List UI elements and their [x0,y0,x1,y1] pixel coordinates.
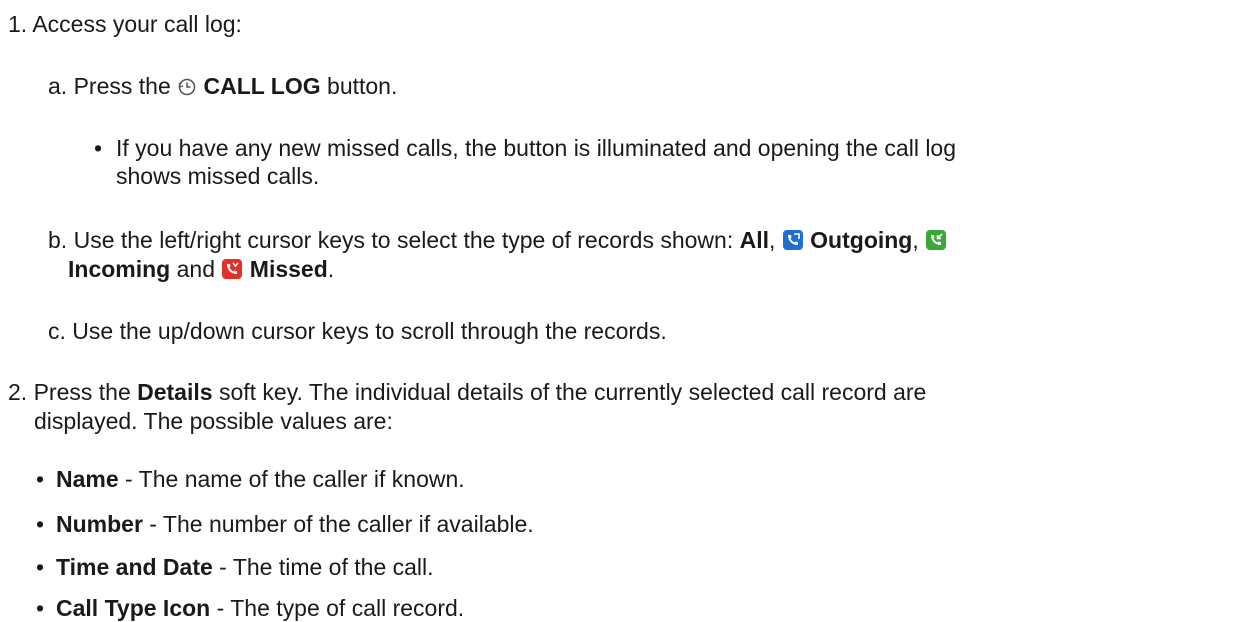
list-item-number: Number - The number of the caller if ava… [56,510,534,538]
details-label: Details [137,379,213,405]
term: Number [56,511,143,537]
bullet-marker: • [94,135,103,161]
bullet-marker: • [36,554,45,580]
step-number: 2. [8,379,28,405]
step-2-pre: Press the [33,379,131,405]
desc: - The type of call record. [210,595,465,621]
clock-icon [177,75,197,103]
outgoing-label: Outgoing [810,227,913,253]
call-log-label: CALL LOG [203,73,321,99]
substep-letter: a. [48,73,68,99]
all-label: All [739,227,769,253]
step-text: Access your call log: [32,11,242,37]
list-item-name: Name - The name of the caller if known. [56,465,465,493]
step-2-line2: displayed. The possible values are: [34,408,393,434]
desc: - The name of the caller if known. [118,466,465,492]
outgoing-call-icon [782,229,804,257]
bullet-marker: • [36,511,45,537]
bullet-marker: • [36,466,45,492]
substep-letter: b. [48,227,68,253]
substep-c: c. Use the up/down cursor keys to scroll… [48,317,667,345]
step-2-post: soft key. The individual details of the … [218,379,927,405]
incoming-call-icon [925,229,947,257]
substep-a-post: button. [327,73,398,99]
substep-letter: c. [48,318,66,344]
and-text: and [176,256,215,282]
substep-b: b. Use the left/right cursor keys to sel… [48,226,947,257]
step-1: 1. Access your call log: [8,10,242,38]
incoming-label: Incoming [68,256,171,282]
list-item-time-date: Time and Date - The time of the call. [56,553,434,581]
term: Name [56,466,119,492]
substep-b-pre: Use the left/right cursor keys to select… [73,227,734,253]
substep-c-text: Use the up/down cursor keys to scroll th… [72,318,667,344]
substep-b-line2: Incoming and Missed. [68,255,334,286]
bullet-marker: • [36,595,45,621]
step-number: 1. [8,11,28,37]
term: Time and Date [56,554,213,580]
list-item-call-type-icon: Call Type Icon - The type of call record… [56,594,464,622]
missed-call-icon [221,258,243,286]
missed-label: Missed [249,256,328,282]
bullet-text-line1: If you have any new missed calls, the bu… [116,135,957,161]
substep-a: a. Press the CALL LOG button. [48,72,397,103]
substep-a-pre: Press the [73,73,171,99]
step-2: 2. Press the Details soft key. The indiv… [8,378,926,406]
desc: - The time of the call. [212,554,434,580]
term: Call Type Icon [56,595,211,621]
desc: - The number of the caller if available. [142,511,534,537]
bullet-text-line2: shows missed calls. [116,163,320,189]
